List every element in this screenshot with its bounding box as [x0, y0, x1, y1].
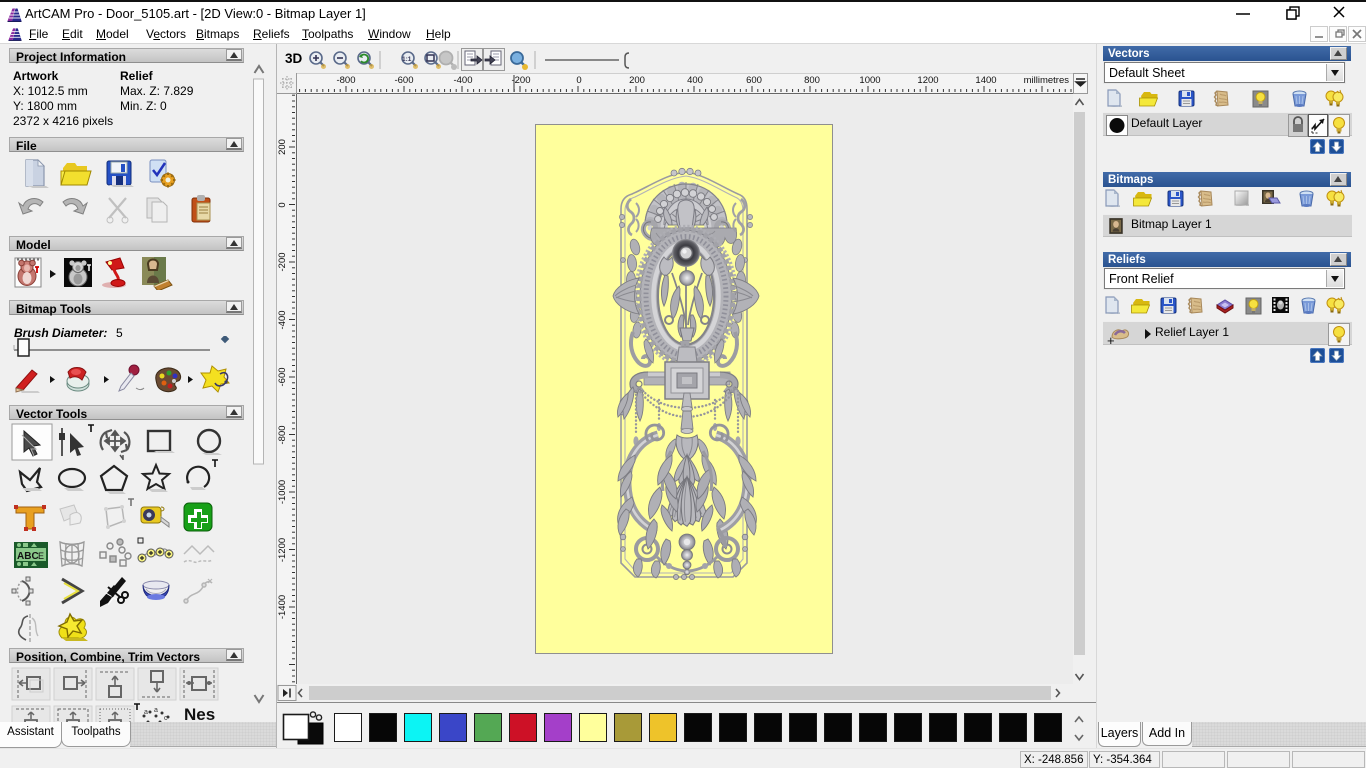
svg-text:200: 200: [629, 75, 645, 86]
svg-text:800: 800: [804, 75, 820, 86]
svg-text:-800: -800: [336, 75, 355, 86]
svg-text:E: E: [38, 551, 44, 561]
svg-text:0: 0: [576, 75, 581, 86]
svg-text:1000: 1000: [859, 75, 880, 86]
svg-text:-1400: -1400: [277, 595, 288, 619]
svg-text:400: 400: [687, 75, 703, 86]
svg-text:1:1: 1:1: [402, 56, 412, 63]
svg-text:+: +: [1107, 333, 1115, 346]
svg-text:600: 600: [746, 75, 762, 86]
svg-text:1400: 1400: [975, 75, 996, 86]
svg-text:ABC: ABC: [17, 551, 39, 562]
svg-text:-600: -600: [394, 75, 413, 86]
svg-text:-1200: -1200: [277, 538, 288, 562]
svg-text:millimetres: millimetres: [1024, 75, 1070, 86]
svg-text:1200: 1200: [917, 75, 938, 86]
svg-text:a: a: [154, 707, 158, 714]
svg-text:-200: -200: [277, 252, 288, 271]
svg-text:-800: -800: [277, 425, 288, 444]
svg-text:a: a: [144, 709, 148, 716]
svg-text:-600: -600: [277, 367, 288, 386]
svg-text:-400: -400: [277, 310, 288, 329]
svg-text:0: 0: [277, 202, 288, 207]
svg-text:-1000: -1000: [277, 480, 288, 504]
svg-text:-400: -400: [453, 75, 472, 86]
svg-text:200: 200: [277, 139, 288, 155]
svg-text:c: c: [164, 715, 168, 722]
